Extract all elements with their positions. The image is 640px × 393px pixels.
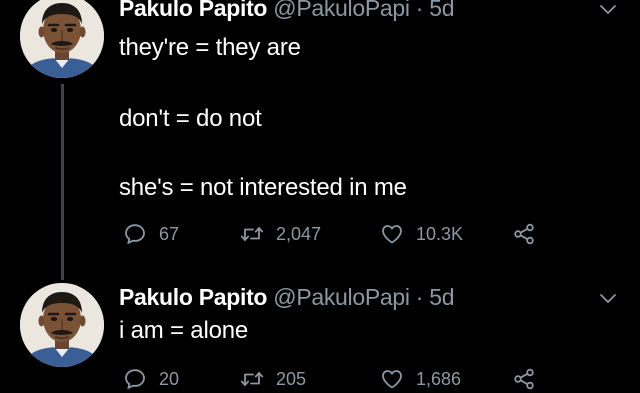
reply-button[interactable]: 67 <box>123 221 179 247</box>
chevron-down-icon[interactable] <box>599 4 617 16</box>
like-button[interactable]: 10.3K <box>380 221 463 247</box>
retweet-icon <box>240 222 264 246</box>
like-icon <box>380 367 404 391</box>
reply-count: 20 <box>159 368 180 389</box>
thread-connector-line <box>61 84 64 280</box>
like-count: 10.3K <box>416 223 464 244</box>
reply-count: 67 <box>159 223 180 244</box>
tweet[interactable]: Pakulo Papito @PakuloPapi · 5d i am = al… <box>0 280 640 393</box>
tweet-text-line: she's = not interested in me <box>119 174 407 201</box>
tweet-text-line: i am = alone <box>119 317 249 344</box>
tweet-text-line: they're = they are <box>119 34 301 61</box>
retweet-count: 205 <box>276 368 307 389</box>
share-button[interactable] <box>512 221 548 247</box>
tweet-header: Pakulo Papito @PakuloPapi · 5d <box>119 0 455 22</box>
reply-icon <box>123 222 147 246</box>
tweet[interactable]: Pakulo Papito @PakuloPapi · 5d they're =… <box>0 0 640 280</box>
author-handle[interactable]: @PakuloPapi <box>273 284 410 310</box>
retweet-button[interactable]: 2,047 <box>240 221 321 247</box>
share-icon <box>512 222 536 246</box>
retweet-icon <box>240 367 264 391</box>
like-count: 1,686 <box>416 368 462 389</box>
author-name[interactable]: Pakulo Papito <box>119 0 267 21</box>
retweet-button[interactable]: 205 <box>240 366 306 392</box>
separator-dot: · <box>415 284 424 310</box>
tweet-header: Pakulo Papito @PakuloPapi · 5d <box>119 283 455 311</box>
retweet-count: 2,047 <box>276 223 322 244</box>
reply-button[interactable]: 20 <box>123 366 179 392</box>
profile-photo <box>20 0 104 78</box>
author-name[interactable]: Pakulo Papito <box>119 284 267 310</box>
reply-icon <box>123 367 147 391</box>
author-handle[interactable]: @PakuloPapi <box>273 0 410 21</box>
like-button[interactable]: 1,686 <box>380 366 461 392</box>
chevron-down-icon[interactable] <box>599 293 617 305</box>
timestamp[interactable]: 5d <box>429 284 454 310</box>
avatar[interactable] <box>20 0 104 78</box>
separator-dot: · <box>415 0 424 21</box>
like-icon <box>380 222 404 246</box>
tweet-text-line: don't = do not <box>119 105 262 132</box>
timestamp[interactable]: 5d <box>429 0 454 21</box>
avatar[interactable] <box>20 283 104 367</box>
share-button[interactable] <box>512 366 548 392</box>
profile-photo <box>20 283 104 367</box>
share-icon <box>512 367 536 391</box>
